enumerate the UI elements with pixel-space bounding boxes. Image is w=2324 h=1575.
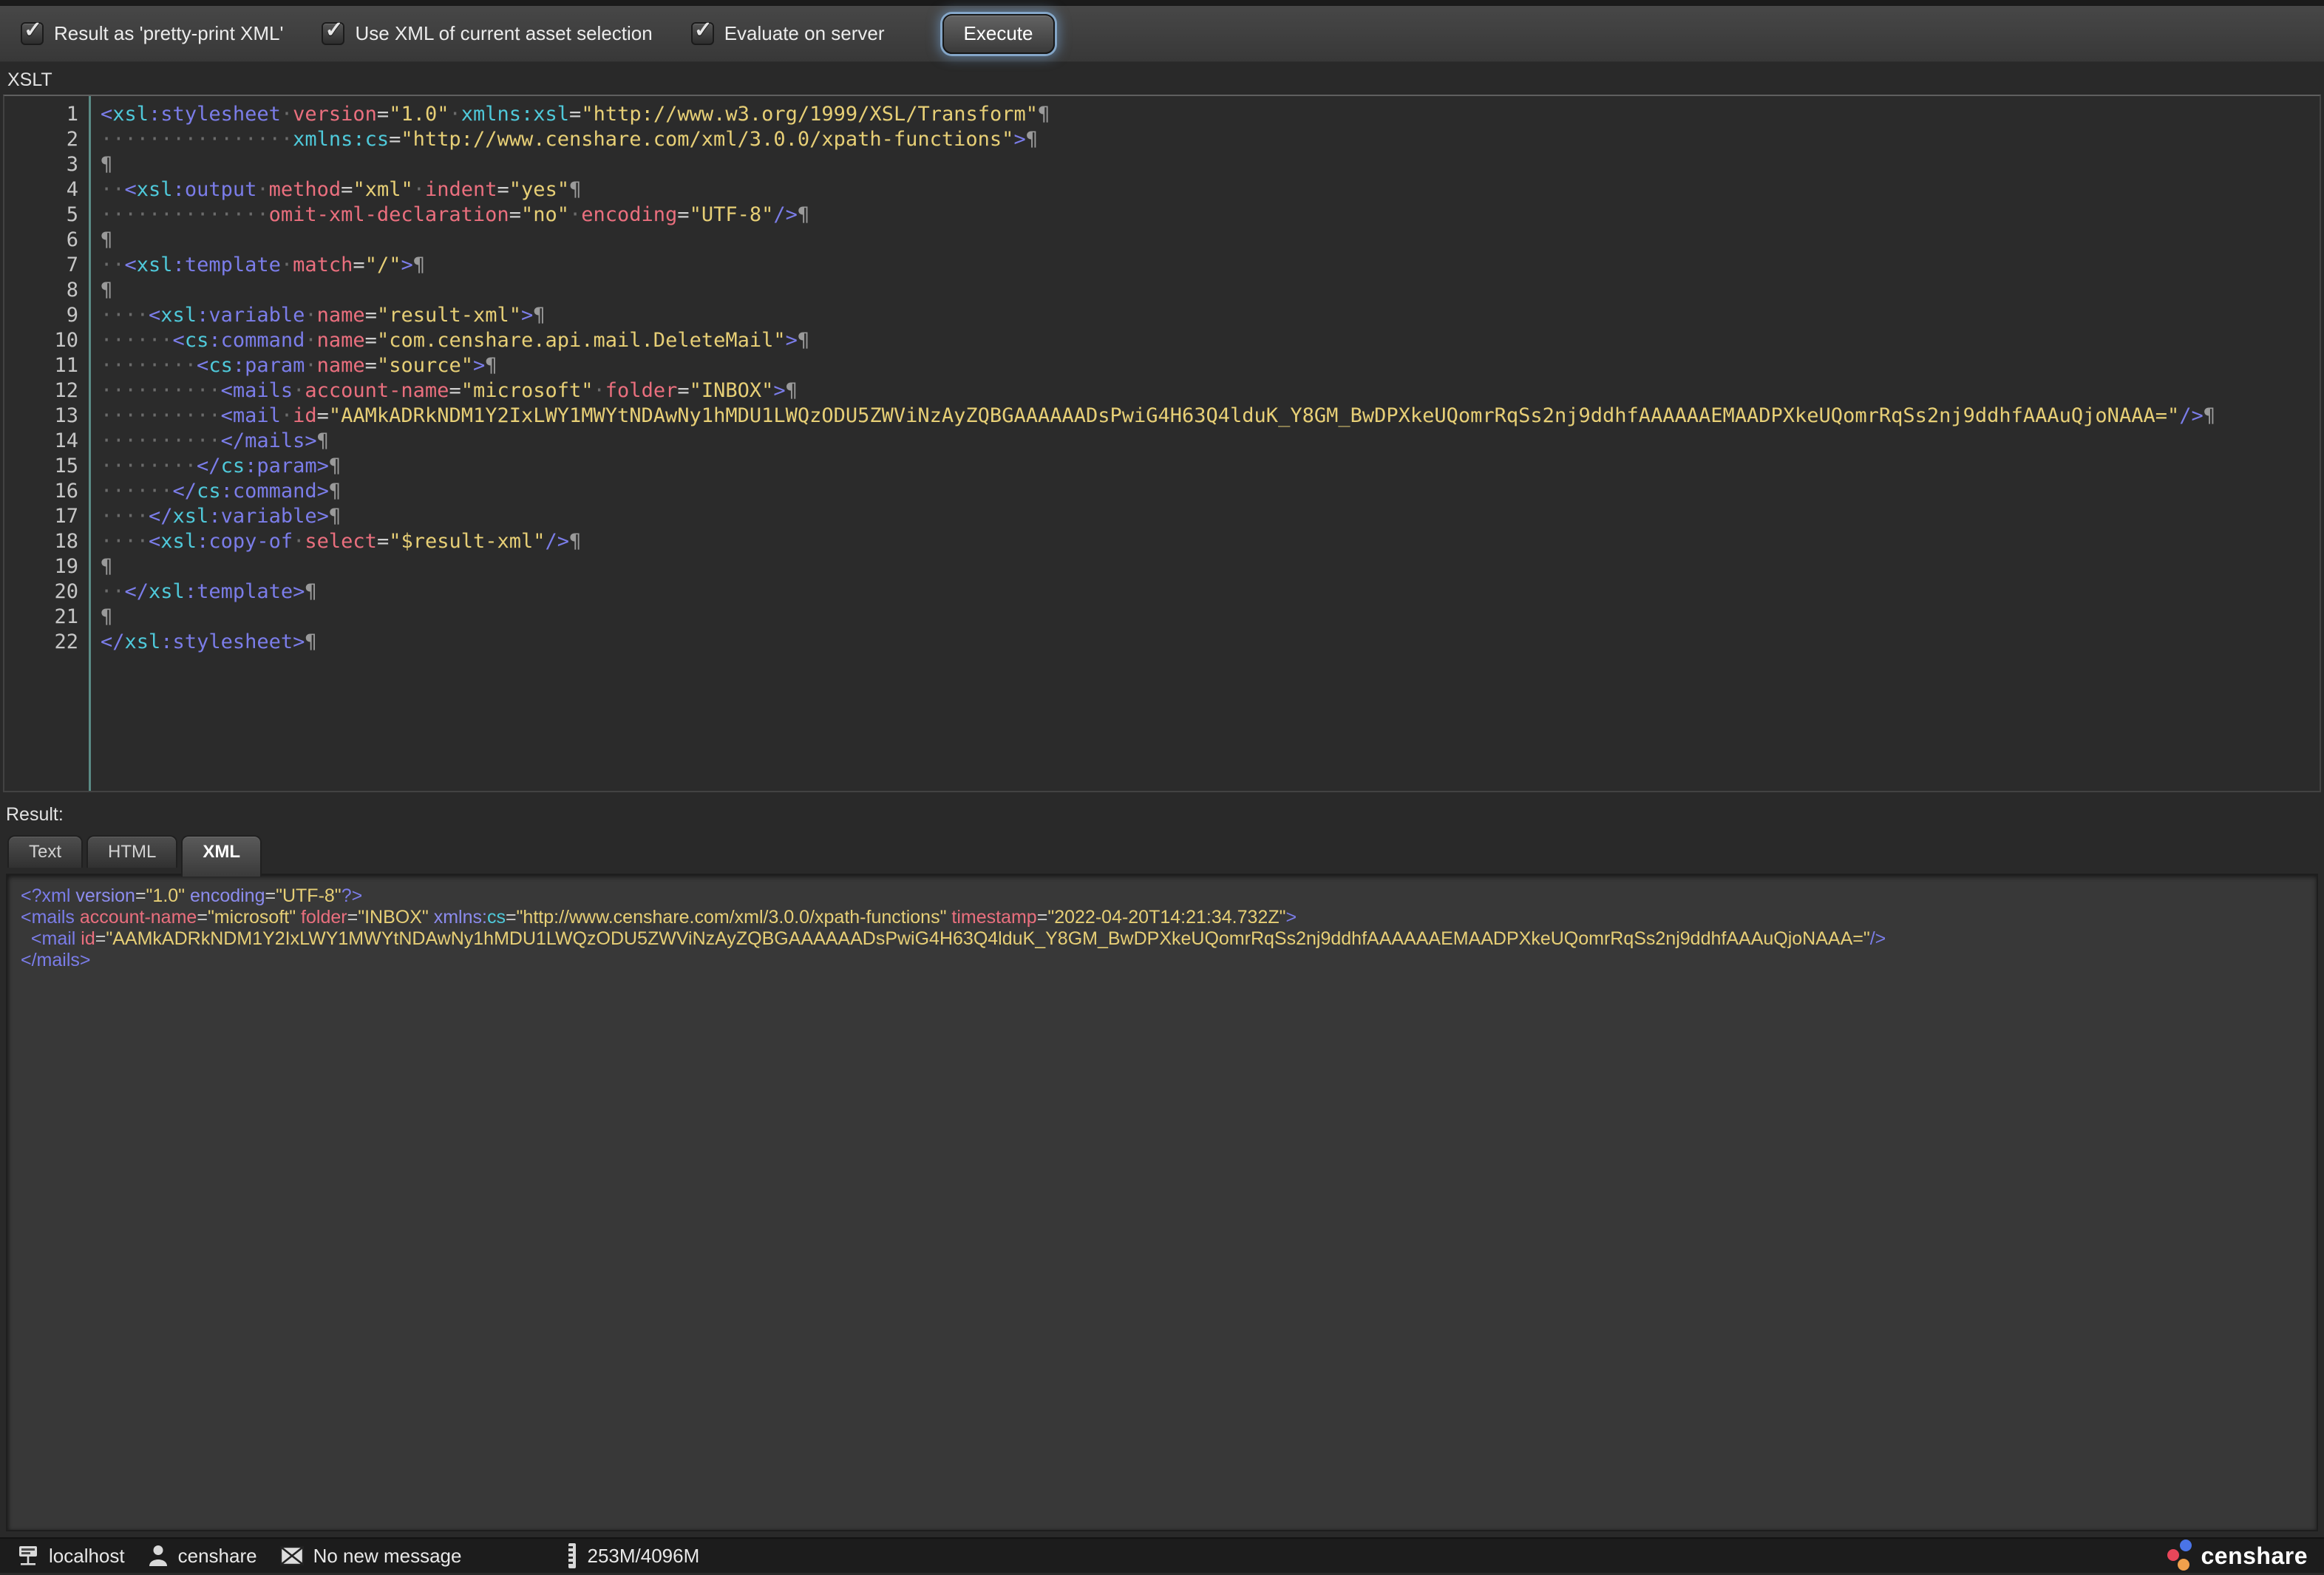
checkbox-checked-icon: ✓ <box>691 22 714 45</box>
code-line: 4··<xsl:output·method="xml"·indent="yes"… <box>4 177 2320 203</box>
xslt-pane-label: XSLT <box>7 69 52 91</box>
line-number: 7 <box>4 253 89 278</box>
tab-xml[interactable]: XML <box>181 835 262 877</box>
line-number: 13 <box>4 404 89 429</box>
line-number: 9 <box>4 303 89 328</box>
censhare-logo-text: censhare <box>2201 1542 2308 1570</box>
line-number: 10 <box>4 328 89 353</box>
result-lines: <?xml version="1.0" encoding="UTF-8"?><m… <box>7 875 2317 971</box>
line-number: 21 <box>4 605 89 630</box>
line-number: 8 <box>4 278 89 303</box>
checkbox-result-pretty-print-xml[interactable]: ✓ Result as 'pretty-print XML' <box>21 22 283 45</box>
statusbar-server[interactable]: localhost <box>16 1544 125 1568</box>
line-number: 20 <box>4 579 89 605</box>
status-bar: localhost censhare No new message <box>0 1537 2324 1573</box>
line-number: 19 <box>4 554 89 579</box>
result-pane-label: Result: <box>6 804 64 826</box>
checkbox-use-xml-of-current-asset-selection[interactable]: ✓ Use XML of current asset selection <box>322 22 652 45</box>
code-line: 13··········<mail·id="AAMkADRkNDM1Y2IxLW… <box>4 404 2320 429</box>
checkbox-label: Result as 'pretty-print XML' <box>54 22 283 45</box>
code-line: 3¶ <box>4 152 2320 177</box>
code-line: 2················xmlns:cs="http://www.ce… <box>4 127 2320 152</box>
server-icon <box>16 1544 40 1568</box>
code-line: 15········</cs:param>¶ <box>4 454 2320 479</box>
code-line: 11········<cs:param·name="source">¶ <box>4 353 2320 378</box>
code-line: 6¶ <box>4 228 2320 253</box>
line-number: 3 <box>4 152 89 177</box>
statusbar-memory[interactable]: 253M/4096M <box>566 1542 699 1569</box>
user-name: censhare <box>178 1545 257 1568</box>
code-line: 17····</xsl:variable>¶ <box>4 504 2320 529</box>
code-lines: 1<xsl:stylesheet·version="1.0"·xmlns:xsl… <box>4 102 2320 655</box>
censhare-logo-icon <box>2165 1537 2199 1575</box>
line-number: 16 <box>4 479 89 504</box>
line-number: 5 <box>4 203 89 228</box>
checkbox-label: Use XML of current asset selection <box>355 22 652 45</box>
code-line: 18····<xsl:copy-of·select="$result-xml"/… <box>4 529 2320 554</box>
code-line: 21¶ <box>4 605 2320 630</box>
censhare-logo: censhare <box>2165 1537 2308 1575</box>
code-line: 5··············omit-xml-declaration="no"… <box>4 203 2320 228</box>
window-top-edge <box>0 0 2324 6</box>
statusbar-user[interactable]: censhare <box>147 1544 257 1568</box>
message-icon <box>279 1545 305 1567</box>
line-number: 1 <box>4 102 89 127</box>
line-number: 4 <box>4 177 89 203</box>
line-number: 12 <box>4 378 89 404</box>
line-number: 15 <box>4 454 89 479</box>
result-line: <?xml version="1.0" encoding="UTF-8"?> <box>21 885 2317 907</box>
tab-html[interactable]: HTML <box>86 835 177 868</box>
checkbox-checked-icon: ✓ <box>21 22 44 45</box>
code-line: 8¶ <box>4 278 2320 303</box>
toolbar: ✓ Result as 'pretty-print XML' ✓ Use XML… <box>0 6 2324 62</box>
server-name: localhost <box>49 1545 125 1568</box>
code-line: 20··</xsl:template>¶ <box>4 579 2320 605</box>
result-tab-bar: Text HTML XML <box>7 835 265 877</box>
line-number: 14 <box>4 429 89 454</box>
code-line: 14··········</mails>¶ <box>4 429 2320 454</box>
code-line: 12··········<mails·account-name="microso… <box>4 378 2320 404</box>
line-number: 6 <box>4 228 89 253</box>
checkbox-label: Evaluate on server <box>724 22 885 45</box>
memory-icon <box>566 1542 578 1569</box>
result-line: <mails account-name="microsoft" folder="… <box>21 907 2317 928</box>
statusbar-messages[interactable]: No new message <box>279 1545 462 1568</box>
result-xml-view[interactable]: <?xml version="1.0" encoding="UTF-8"?><m… <box>6 874 2318 1531</box>
checkbox-checked-icon: ✓ <box>322 22 344 45</box>
message-status: No new message <box>313 1545 462 1568</box>
result-line: </mails> <box>21 950 2317 971</box>
code-line: 19¶ <box>4 554 2320 579</box>
memory-usage: 253M/4096M <box>587 1545 699 1568</box>
code-line: 10······<cs:command·name="com.censhare.a… <box>4 328 2320 353</box>
code-line: 9····<xsl:variable·name="result-xml">¶ <box>4 303 2320 328</box>
code-line: 16······</cs:command>¶ <box>4 479 2320 504</box>
line-number: 17 <box>4 504 89 529</box>
checkbox-evaluate-on-server[interactable]: ✓ Evaluate on server <box>691 22 885 45</box>
user-icon <box>147 1544 169 1568</box>
line-number: 2 <box>4 127 89 152</box>
result-line: <mail id="AAMkADRkNDM1Y2IxLWY1MWYtNDAwNy… <box>21 928 2317 950</box>
line-number: 11 <box>4 353 89 378</box>
line-number: 18 <box>4 529 89 554</box>
code-line: 7··<xsl:template·match="/">¶ <box>4 253 2320 278</box>
code-line: 1<xsl:stylesheet·version="1.0"·xmlns:xsl… <box>4 102 2320 127</box>
line-number: 22 <box>4 630 89 655</box>
tab-text[interactable]: Text <box>7 835 83 868</box>
code-line: 22</xsl:stylesheet>¶ <box>4 630 2320 655</box>
execute-button[interactable]: Execute <box>942 14 1055 54</box>
xslt-code-editor[interactable]: 1<xsl:stylesheet·version="1.0"·xmlns:xsl… <box>3 95 2321 792</box>
